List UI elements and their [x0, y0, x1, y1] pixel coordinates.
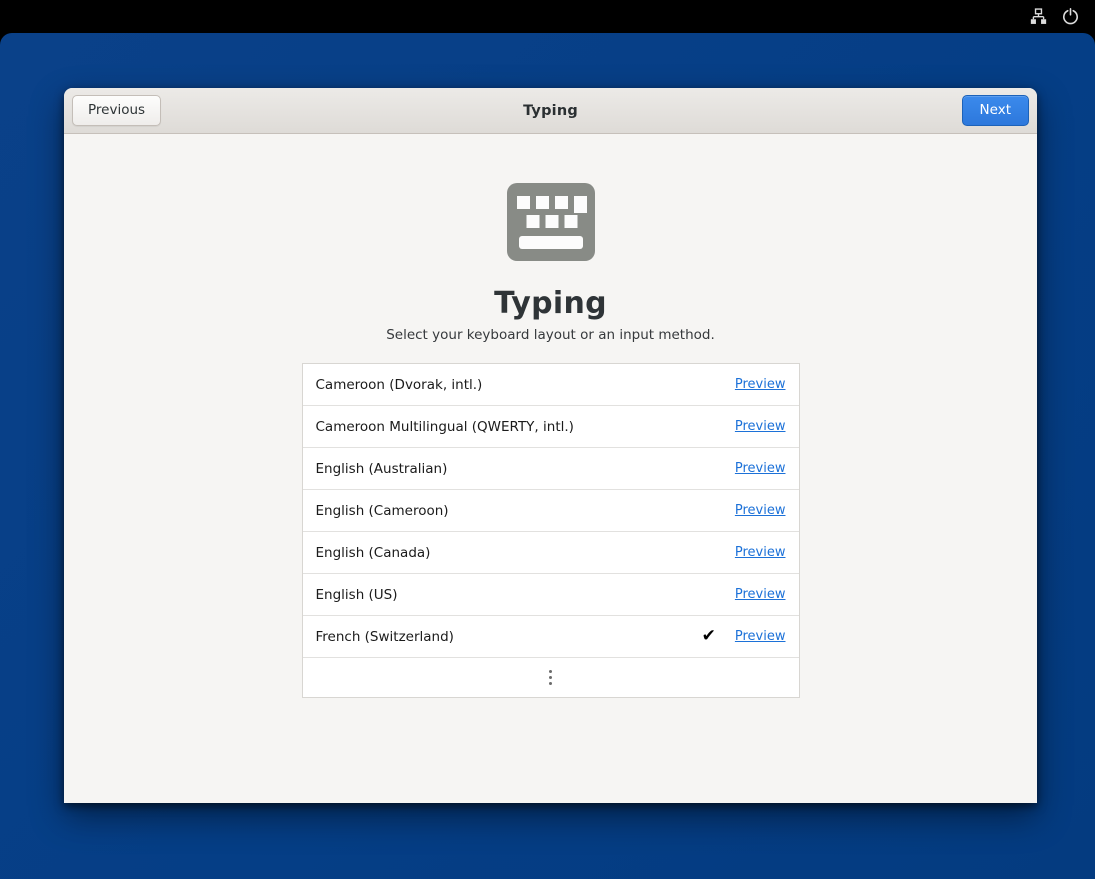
- page-title: Typing: [64, 286, 1037, 321]
- layout-name: Cameroon Multilingual (QWERTY, intl.): [316, 419, 735, 435]
- layout-row[interactable]: English (Cameroon)✔Preview: [303, 490, 799, 532]
- headerbar-title: Typing: [523, 103, 578, 119]
- desktop-background: Previous Typing Next Typing Sele: [0, 33, 1095, 879]
- preview-link[interactable]: Preview: [735, 419, 786, 434]
- headerbar: Previous Typing Next: [64, 88, 1037, 134]
- preview-link[interactable]: Preview: [735, 377, 786, 392]
- preview-link[interactable]: Preview: [735, 629, 786, 644]
- layout-row[interactable]: Cameroon (Dvorak, intl.)✔Preview: [303, 364, 799, 406]
- layout-name: English (US): [316, 587, 735, 603]
- layout-name: Cameroon (Dvorak, intl.): [316, 377, 735, 393]
- page-subtitle: Select your keyboard layout or an input …: [64, 327, 1037, 343]
- system-top-bar: [0, 0, 1095, 33]
- layout-row[interactable]: French (Switzerland)✔ Preview: [303, 616, 799, 658]
- layout-row[interactable]: Cameroon Multilingual (QWERTY, intl.)✔Pr…: [303, 406, 799, 448]
- keyboard-layout-list: Cameroon (Dvorak, intl.)✔PreviewCameroon…: [302, 363, 800, 698]
- setup-wizard-window: Previous Typing Next Typing Sele: [64, 88, 1037, 803]
- power-icon[interactable]: [1061, 8, 1079, 26]
- keyboard-icon: [507, 183, 595, 265]
- layout-name: English (Canada): [316, 545, 735, 561]
- selected-check-icon: ✔: [702, 628, 716, 645]
- layout-name: English (Cameroon): [316, 503, 735, 519]
- preview-link[interactable]: Preview: [735, 503, 786, 518]
- layout-name: English (Australian): [316, 461, 735, 477]
- previous-button[interactable]: Previous: [72, 95, 161, 127]
- layout-row[interactable]: English (Australian)✔Preview: [303, 448, 799, 490]
- preview-link[interactable]: Preview: [735, 461, 786, 476]
- layout-name: French (Switzerland): [316, 629, 702, 645]
- typing-page: Typing Select your keyboard layout or an…: [64, 134, 1037, 803]
- layout-row[interactable]: English (US)✔Preview: [303, 574, 799, 616]
- vertical-ellipsis-icon: [549, 670, 553, 686]
- next-button[interactable]: Next: [962, 95, 1029, 127]
- preview-link[interactable]: Preview: [735, 587, 786, 602]
- layout-list: Cameroon (Dvorak, intl.)✔PreviewCameroon…: [303, 364, 799, 658]
- preview-link[interactable]: Preview: [735, 545, 786, 560]
- network-wired-icon[interactable]: [1029, 8, 1047, 26]
- show-more-row[interactable]: [303, 658, 799, 697]
- layout-row[interactable]: English (Canada)✔Preview: [303, 532, 799, 574]
